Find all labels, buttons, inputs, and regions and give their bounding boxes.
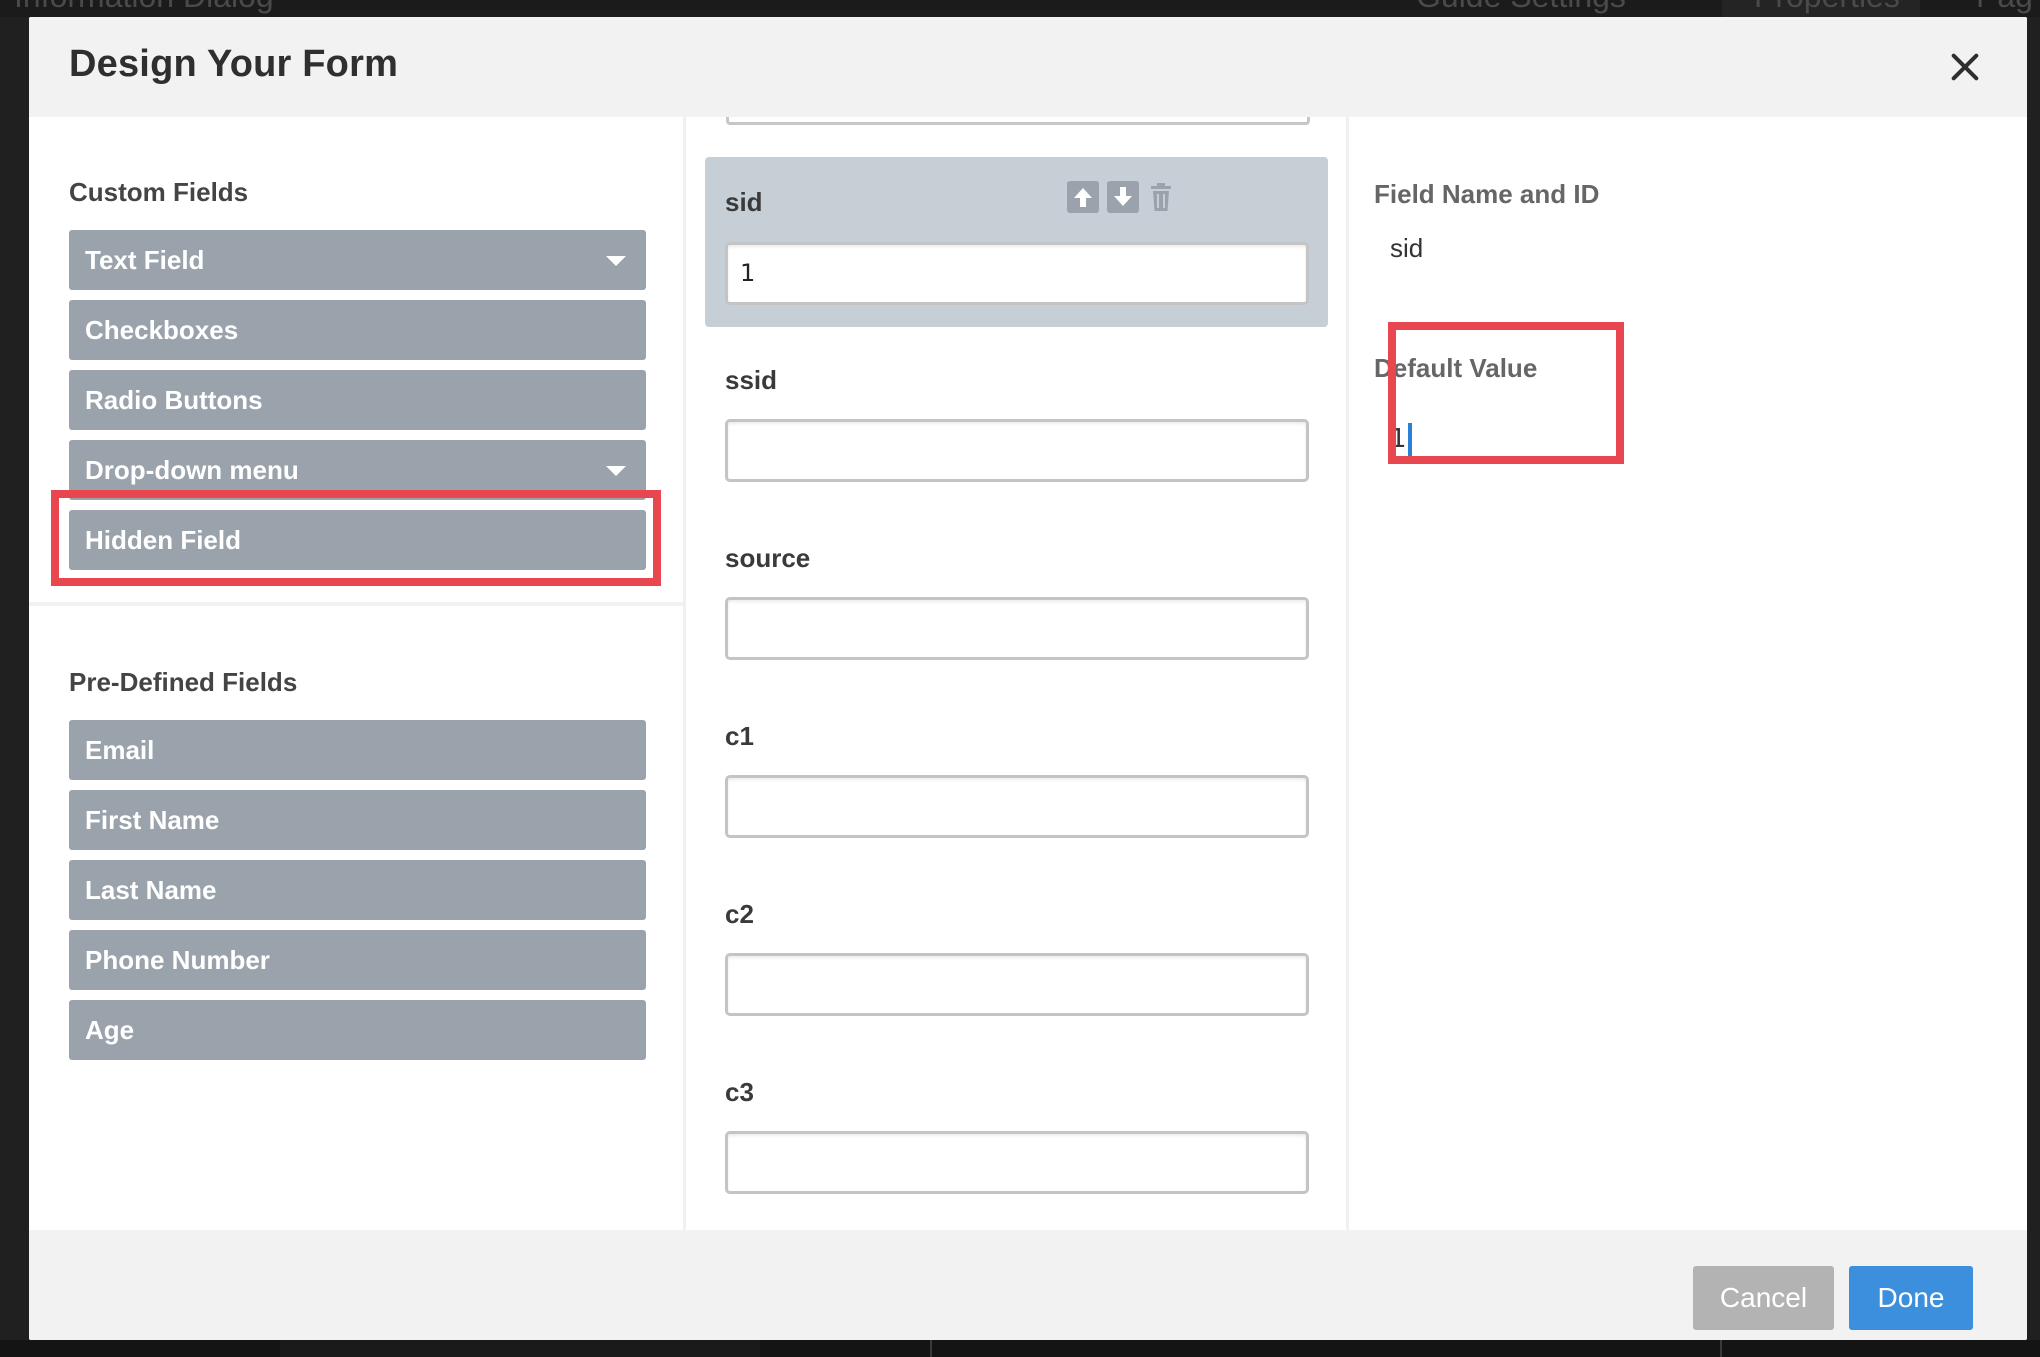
predefined-last-name-button[interactable]: Last Name — [69, 860, 646, 920]
field-label-c3: c3 — [725, 1077, 754, 1107]
predefined-fields-title: Pre-Defined Fields — [69, 667, 298, 697]
background-guide-settings: Guide Settings — [1416, 0, 1626, 15]
modal-title: Design Your Form — [69, 43, 399, 85]
cancel-button[interactable]: Cancel — [1693, 1266, 1834, 1330]
background-dialog-title: Information Dialog — [14, 0, 274, 15]
field-label-c1: c1 — [725, 721, 754, 751]
button-label: Drop-down menu — [85, 455, 299, 485]
button-label: Hidden Field — [85, 525, 241, 555]
button-label: First Name — [85, 805, 220, 835]
field-label-source: source — [725, 543, 811, 573]
form-preview: sid 1 ssid source c1 c2 c3 — [683, 117, 1349, 1230]
custom-fields-title: Custom Fields — [69, 177, 249, 207]
field-input-c1[interactable] — [725, 775, 1309, 838]
background-page-tab: Pag — [1976, 0, 2033, 15]
close-icon[interactable] — [1945, 47, 1985, 87]
form-field-input[interactable] — [726, 117, 1310, 125]
predefined-age-button[interactable]: Age — [69, 1000, 646, 1060]
predefined-first-name-button[interactable]: First Name — [69, 790, 646, 850]
selected-field-card[interactable]: sid 1 — [705, 157, 1328, 327]
button-label: Radio Buttons — [85, 385, 263, 415]
default-value-text: 1 — [1390, 424, 1407, 454]
field-properties-panel: Field Name and ID sid Default Value 1 — [1349, 117, 2027, 1230]
field-label-c2: c2 — [725, 899, 754, 929]
field-label-sid: sid — [725, 187, 763, 217]
chevron-down-icon — [606, 256, 626, 266]
field-name-value[interactable]: sid — [1390, 233, 1423, 264]
custom-field-checkboxes-button[interactable]: Checkboxes — [69, 300, 646, 360]
modal-header: Design Your Form — [29, 17, 2027, 117]
custom-field-text-field-button[interactable]: Text Field — [69, 230, 646, 290]
field-label-ssid: ssid — [725, 365, 778, 395]
field-input-source[interactable] — [725, 597, 1309, 660]
text-cursor — [1407, 422, 1412, 457]
section-divider — [29, 602, 683, 606]
trash-icon[interactable] — [1145, 181, 1177, 213]
button-label: Last Name — [85, 875, 217, 905]
default-value-input[interactable]: 1 — [1386, 417, 1506, 461]
custom-field-dropdown-button[interactable]: Drop-down menu — [69, 440, 646, 500]
button-label: Phone Number — [85, 945, 270, 975]
background-right-edge — [2027, 17, 2040, 1340]
field-input-ssid[interactable] — [725, 419, 1309, 482]
done-button[interactable]: Done — [1849, 1266, 1973, 1330]
background-left-edge — [0, 17, 29, 1340]
button-label: Checkboxes — [85, 315, 239, 345]
button-label: Text Field — [85, 245, 205, 275]
arrow-up-icon[interactable] — [1067, 181, 1099, 213]
field-name-label: Field Name and ID — [1374, 179, 1600, 209]
field-input-c3[interactable] — [725, 1131, 1309, 1194]
modal-footer: Cancel Done — [29, 1230, 2027, 1340]
background-properties-tab: Properties — [1722, 0, 1920, 17]
field-input-sid[interactable]: 1 — [725, 242, 1309, 305]
button-label: Email — [85, 735, 155, 765]
predefined-phone-number-button[interactable]: Phone Number — [69, 930, 646, 990]
background-bottom-edge — [0, 1340, 2040, 1357]
design-form-modal: Design Your Form Custom Fields Text Fiel… — [29, 17, 2027, 1340]
arrow-down-icon[interactable] — [1107, 181, 1139, 213]
field-input-c2[interactable] — [725, 953, 1309, 1016]
predefined-email-button[interactable]: Email — [69, 720, 646, 780]
button-label: Age — [85, 1015, 135, 1045]
chevron-down-icon — [606, 466, 626, 476]
custom-field-radio-buttons-button[interactable]: Radio Buttons — [69, 370, 646, 430]
default-value-label: Default Value — [1374, 353, 1538, 383]
custom-field-hidden-field-button[interactable]: Hidden Field — [69, 510, 646, 570]
fields-palette: Custom Fields Text Field Checkboxes Radi… — [29, 117, 683, 1230]
background-topbar: Information Dialog Guide Settings Proper… — [0, 0, 2040, 17]
